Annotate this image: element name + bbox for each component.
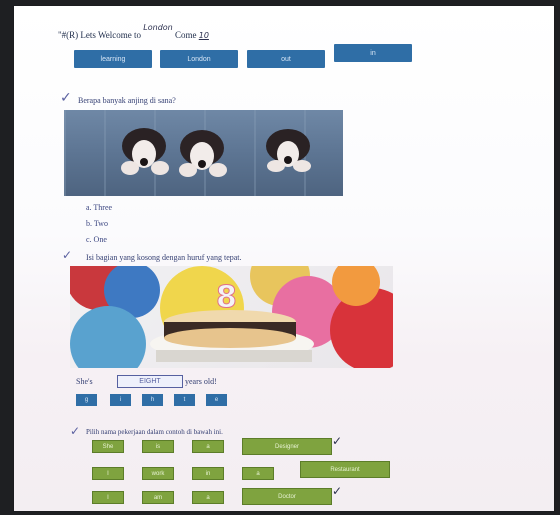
- header-handwritten-number: 10: [198, 31, 209, 40]
- tab-label: London: [187, 55, 211, 63]
- sentence-prefix: She's: [76, 377, 93, 386]
- word-label: a: [256, 470, 260, 477]
- question2-text: Isi bagian yang kosong dengan huruf yang…: [86, 253, 242, 262]
- answer-blank[interactable]: EIGHT: [117, 375, 183, 388]
- tab-out[interactable]: out: [247, 50, 325, 68]
- option-c[interactable]: c. One: [86, 235, 107, 244]
- tab-in[interactable]: in: [334, 44, 412, 62]
- dog-1: [121, 128, 169, 175]
- tab-london[interactable]: London: [160, 50, 238, 68]
- word-button[interactable]: a: [192, 440, 224, 453]
- letter-label: g: [84, 397, 89, 403]
- word-button[interactable]: I: [92, 491, 124, 504]
- word-button[interactable]: am: [142, 491, 174, 504]
- word-button[interactable]: a: [242, 467, 274, 480]
- question3-text: Pilih nama pekerjaan dalam contoh di baw…: [86, 428, 223, 436]
- word-label: She: [102, 443, 114, 450]
- word-label: work: [151, 470, 165, 477]
- option-a[interactable]: a. Three: [86, 203, 112, 212]
- tab-label: in: [370, 49, 376, 57]
- tab-label: learning: [100, 55, 126, 63]
- checkmark-icon: ✓: [60, 90, 72, 106]
- answer-restaurant[interactable]: Restaurant: [300, 461, 390, 478]
- letter-label: e: [214, 397, 219, 403]
- word-label: I: [107, 494, 109, 501]
- worksheet-page: "#(R) Lets Welcome to London Come 10 lea…: [14, 6, 554, 511]
- letter-label: i: [119, 397, 122, 403]
- header-line: "#(R) Lets Welcome to London Come 10: [58, 23, 209, 40]
- option-b[interactable]: b. Two: [86, 219, 108, 228]
- word-label: Restaurant: [330, 466, 360, 473]
- letter-button-g[interactable]: g: [76, 394, 97, 406]
- word-label: Doctor: [278, 493, 296, 500]
- sentence-suffix: years old!: [185, 377, 217, 386]
- dogs-image: [64, 110, 343, 196]
- word-label: I: [107, 470, 109, 477]
- word-label: a: [206, 494, 210, 501]
- word-label: am: [153, 494, 163, 501]
- checkmark-icon: ✓: [332, 434, 343, 448]
- word-button[interactable]: She: [92, 440, 124, 453]
- word-button[interactable]: work: [142, 467, 174, 480]
- header-suffix: Come: [174, 30, 197, 40]
- word-label: in: [205, 470, 211, 477]
- word-label: a: [206, 443, 210, 450]
- letter-label: t: [183, 397, 186, 403]
- letter-button-e[interactable]: e: [206, 394, 227, 406]
- letter-label: h: [150, 397, 155, 403]
- letter-button-i[interactable]: i: [110, 394, 131, 406]
- answer-doctor[interactable]: Doctor: [242, 488, 332, 505]
- birthday-cake-image: 8: [70, 266, 393, 368]
- checkmark-icon: ✓: [332, 484, 343, 498]
- question1-text: Berapa banyak anjing di sana?: [78, 96, 176, 105]
- tab-label: out: [281, 55, 291, 63]
- letter-button-t[interactable]: t: [174, 394, 195, 406]
- header-handwritten: London: [143, 23, 173, 32]
- word-button[interactable]: is: [142, 440, 174, 453]
- word-button[interactable]: I: [92, 467, 124, 480]
- word-label: Designer: [274, 443, 299, 450]
- word-button[interactable]: in: [192, 467, 224, 480]
- dog-2: [179, 130, 227, 177]
- header-prefix: "#(R) Lets Welcome to: [58, 30, 142, 40]
- word-label: is: [155, 443, 161, 450]
- checkmark-icon: ✓: [70, 424, 81, 438]
- letter-button-h[interactable]: h: [142, 394, 163, 406]
- tab-learning[interactable]: learning: [74, 50, 152, 68]
- checkmark-icon: ✓: [62, 248, 73, 262]
- word-button[interactable]: a: [192, 491, 224, 504]
- answer-designer[interactable]: Designer: [242, 438, 332, 455]
- cake-number: 8: [216, 280, 238, 316]
- dog-3: [266, 129, 311, 172]
